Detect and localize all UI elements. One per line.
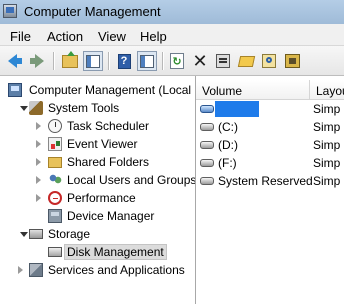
delete-icon[interactable]: ✕ bbox=[190, 51, 210, 71]
volume-name: (F:) bbox=[218, 156, 237, 170]
collapse-icon[interactable] bbox=[20, 106, 28, 111]
tree-item-event-viewer[interactable]: Event Viewer bbox=[0, 135, 195, 153]
volume-layout: Simp bbox=[313, 138, 341, 152]
tree-item-label: Performance bbox=[67, 191, 136, 205]
drive-icon bbox=[200, 105, 214, 113]
tree-item-label: Storage bbox=[48, 227, 91, 241]
tree-item-system-tools[interactable]: System Tools bbox=[0, 99, 195, 117]
volume-layout: Simp bbox=[313, 156, 341, 170]
up-folder-icon[interactable] bbox=[60, 50, 80, 71]
table-row[interactable]: Simp bbox=[196, 100, 344, 118]
back-icon[interactable] bbox=[4, 51, 24, 71]
toolbar-separator bbox=[53, 52, 55, 70]
tree-item-label: Device Manager bbox=[67, 209, 155, 223]
computer-management-icon bbox=[3, 4, 17, 18]
services-icon bbox=[29, 263, 43, 277]
expand-icon[interactable] bbox=[36, 158, 41, 166]
console-tree: Computer Management (Local System Tools … bbox=[0, 76, 196, 304]
column-header-volume[interactable]: Volume bbox=[196, 80, 309, 100]
refresh-icon[interactable]: ↻ bbox=[167, 51, 187, 71]
menu-action[interactable]: Action bbox=[47, 29, 83, 44]
toolbar: ? ↻ ✕ bbox=[0, 46, 344, 76]
tree-item-label: Services and Applications bbox=[48, 263, 185, 277]
volume-layout: Simp bbox=[313, 102, 341, 116]
window-title: Computer Management bbox=[24, 4, 161, 19]
tree-item-label: System Tools bbox=[48, 101, 120, 115]
tree-item-computer-management[interactable]: Computer Management (Local bbox=[0, 81, 195, 99]
expand-icon[interactable] bbox=[36, 194, 41, 202]
open-icon[interactable] bbox=[236, 51, 256, 71]
menu-bar: File Action View Help bbox=[0, 24, 344, 46]
drive-icon bbox=[200, 159, 214, 167]
title-bar: Computer Management bbox=[0, 0, 344, 24]
forward-icon[interactable] bbox=[27, 51, 47, 71]
search-icon[interactable] bbox=[259, 51, 279, 71]
table-row[interactable]: (D:) Simp bbox=[196, 136, 344, 154]
event-viewer-icon bbox=[48, 137, 62, 151]
drive-icon bbox=[200, 141, 214, 149]
show-hide-tree-icon[interactable] bbox=[83, 51, 103, 71]
tree-item-disk-management[interactable]: Disk Management bbox=[0, 243, 195, 261]
tree-item-device-manager[interactable]: Device Manager bbox=[0, 207, 195, 225]
expand-icon[interactable] bbox=[36, 140, 41, 148]
volume-layout: Simp bbox=[313, 120, 341, 134]
tree-item-label: Disk Management bbox=[64, 244, 167, 260]
tree-item-performance[interactable]: Performance bbox=[0, 189, 195, 207]
tree-item-local-users-and-groups[interactable]: Local Users and Groups bbox=[0, 171, 196, 189]
tree-item-label: Task Scheduler bbox=[67, 119, 150, 133]
volume-name: (D:) bbox=[218, 138, 238, 152]
drive-icon bbox=[200, 123, 214, 131]
table-row[interactable]: (C:) Simp bbox=[196, 118, 344, 136]
volume-name: System Reserved bbox=[218, 174, 313, 188]
help-icon[interactable]: ? bbox=[114, 51, 134, 71]
folder-icon bbox=[48, 157, 62, 168]
toolbar-separator bbox=[108, 52, 110, 70]
menu-file[interactable]: File bbox=[10, 29, 31, 44]
drive-icon bbox=[200, 177, 214, 185]
toolbar-separator bbox=[162, 52, 164, 70]
tree-item-label: Computer Management (Local bbox=[29, 83, 192, 97]
tree-item-label: Event Viewer bbox=[67, 137, 138, 151]
clock-icon bbox=[48, 119, 62, 133]
computer-icon bbox=[8, 83, 22, 97]
expand-icon[interactable] bbox=[36, 176, 41, 184]
tree-item-shared-folders[interactable]: Shared Folders bbox=[0, 153, 195, 171]
users-icon bbox=[48, 173, 62, 187]
performance-icon bbox=[48, 191, 62, 205]
volume-layout: Simp bbox=[313, 174, 341, 188]
tree-item-services-and-applications[interactable]: Services and Applications bbox=[0, 261, 195, 279]
disk-wizard-icon[interactable] bbox=[282, 51, 302, 71]
storage-icon bbox=[29, 229, 43, 239]
column-header-layout[interactable]: Layou bbox=[310, 80, 344, 100]
tree-item-label: Local Users and Groups bbox=[67, 173, 196, 187]
disk-icon bbox=[48, 247, 62, 257]
show-hide-action-pane-icon[interactable] bbox=[137, 51, 157, 71]
menu-help[interactable]: Help bbox=[140, 29, 167, 44]
table-row[interactable]: System Reserved Simp bbox=[196, 172, 344, 190]
tools-icon bbox=[29, 101, 43, 115]
expand-icon[interactable] bbox=[36, 122, 41, 130]
tree-item-task-scheduler[interactable]: Task Scheduler bbox=[0, 117, 195, 135]
volume-list: Volume Layou Simp (C:) Simp (D:) Simp (F… bbox=[196, 76, 344, 304]
device-manager-icon bbox=[48, 209, 62, 223]
properties-icon[interactable] bbox=[213, 51, 233, 71]
table-row[interactable]: (F:) Simp bbox=[196, 154, 344, 172]
tree-item-label: Shared Folders bbox=[67, 155, 150, 169]
volume-name: (C:) bbox=[218, 120, 238, 134]
menu-view[interactable]: View bbox=[98, 29, 126, 44]
collapse-icon[interactable] bbox=[20, 232, 28, 237]
expand-icon[interactable] bbox=[18, 266, 23, 274]
redacted-volume-name bbox=[215, 101, 259, 117]
tree-item-storage[interactable]: Storage bbox=[0, 225, 195, 243]
